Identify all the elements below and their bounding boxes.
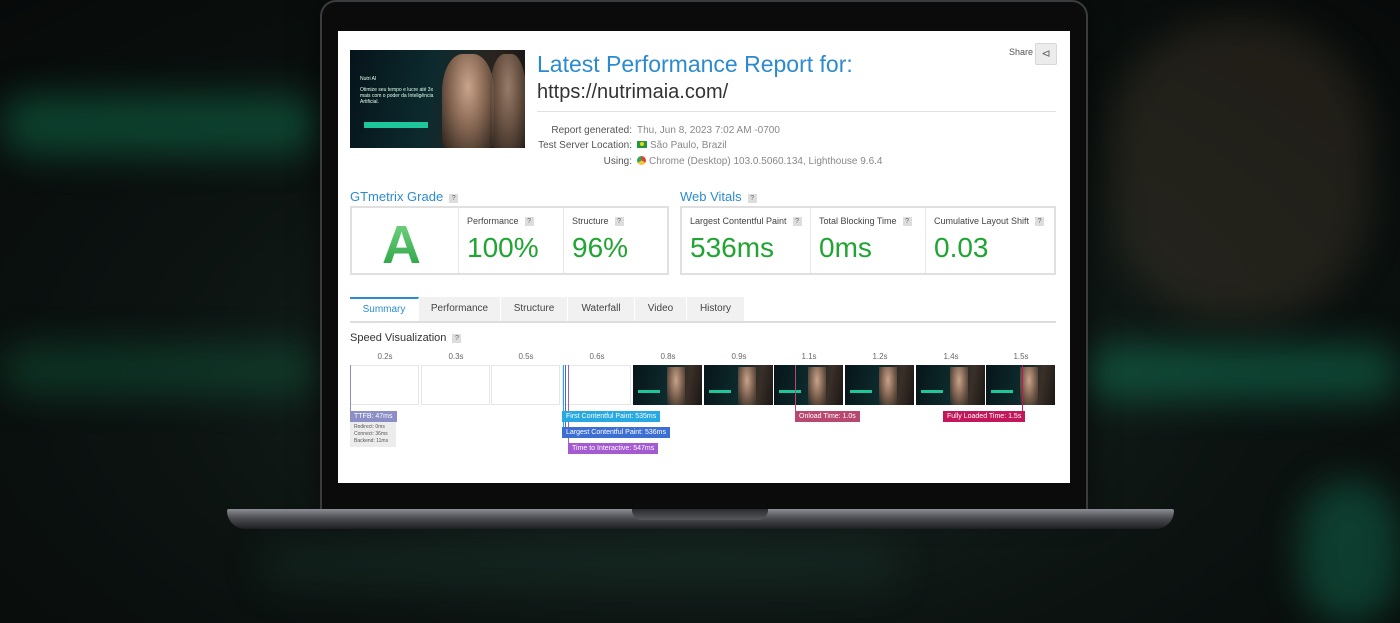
tab-waterfall[interactable]: Waterfall xyxy=(568,297,635,321)
thumbnail-cta-button xyxy=(364,122,428,128)
fcp-marker: First Contentful Paint: 535ms xyxy=(562,411,661,422)
filmstrip-frame[interactable] xyxy=(633,365,702,405)
grade-card: A Performance? 100% Structure? 96% xyxy=(350,206,669,275)
help-icon[interactable]: ? xyxy=(902,217,912,226)
timeline-tick: 0.3s xyxy=(448,352,464,361)
filmstrip-frame[interactable] xyxy=(350,365,419,405)
meta-value: São Paulo, Brazil xyxy=(650,140,727,151)
backend-value: Backend: 11ms xyxy=(354,438,389,444)
timeline-tick: 1.1s xyxy=(801,352,817,361)
tab-history[interactable]: History xyxy=(687,297,745,321)
fcp-line xyxy=(563,365,564,436)
lcp-value: 536ms xyxy=(690,232,775,263)
performance-cell: Performance? 100% xyxy=(458,208,563,273)
structure-value: 96% xyxy=(572,232,629,263)
tbt-value: 0ms xyxy=(819,232,872,263)
brazil-flag-icon xyxy=(637,141,647,148)
site-thumbnail: Nutri AI Otimize seu tempo e lucre até 3… xyxy=(350,50,525,148)
filmstrip-frame[interactable] xyxy=(845,365,914,405)
structure-cell: Structure? 96% xyxy=(563,208,668,273)
share-label[interactable]: Share xyxy=(1009,47,1033,57)
timeline-tick: 0.5s xyxy=(518,352,534,361)
performance-value: 100% xyxy=(467,232,539,263)
lcp-label: Largest Contentful Paint? xyxy=(690,216,802,227)
tab-performance[interactable]: Performance xyxy=(419,297,501,321)
report-url[interactable]: https://nutrimaia.com/ xyxy=(537,81,728,104)
lcp-line xyxy=(565,365,566,435)
filmstrip-frame[interactable] xyxy=(491,365,560,405)
speed-visualization-title: Speed Visualization? xyxy=(350,332,462,344)
report-screen: Nutri AI Otimize seu tempo e lucre até 3… xyxy=(338,31,1070,483)
connect-value: Connect: 36ms xyxy=(354,431,388,437)
redirect-value: Redirect: 0ms xyxy=(354,424,385,430)
filmstrip-frame[interactable] xyxy=(986,365,1055,405)
timeline-tick: 0.9s xyxy=(731,352,747,361)
meta-label: Report generated: xyxy=(551,125,632,136)
cls-cell: Cumulative Layout Shift? 0.03 xyxy=(925,208,1055,273)
meta-value: Thu, Jun 8, 2023 7:02 AM -0700 xyxy=(637,125,780,136)
timeline-tick: 1.4s xyxy=(943,352,959,361)
filmstrip-frame[interactable] xyxy=(704,365,773,405)
fully-loaded-marker: Fully Loaded Time: 1.5s xyxy=(943,411,1026,422)
thumbnail-headline: Otimize seu tempo e lucre até 3x mais co… xyxy=(360,87,434,105)
cls-label: Cumulative Layout Shift? xyxy=(934,216,1045,227)
meta-report-generated: Report generated: Thu, Jun 8, 2023 7:02 A… xyxy=(508,125,908,136)
fully-loaded-line xyxy=(1022,365,1023,411)
onload-line xyxy=(795,365,796,411)
filmstrip-frame[interactable] xyxy=(916,365,985,405)
vitals-card: Largest Contentful Paint? 536ms Total Bl… xyxy=(680,206,1056,275)
thumbnail-brand: Nutri AI xyxy=(360,76,377,82)
cls-value: 0.03 xyxy=(934,232,989,263)
meta-using: Using: Chrome (Desktop) 103.0.5060.134, L… xyxy=(508,155,908,167)
laptop-notch xyxy=(632,509,768,520)
meta-value: Chrome (Desktop) 103.0.5060.134, Lightho… xyxy=(649,156,883,167)
report-title: Latest Performance Report for: xyxy=(537,51,853,77)
chrome-icon xyxy=(637,156,646,165)
help-icon[interactable]: ? xyxy=(747,194,757,203)
help-icon[interactable]: ? xyxy=(614,217,624,226)
timeline-tick: 0.8s xyxy=(660,352,676,361)
help-icon[interactable]: ? xyxy=(449,194,459,203)
tti-marker: Time to Interactive: 547ms xyxy=(568,443,659,454)
tbt-cell: Total Blocking Time? 0ms xyxy=(810,208,926,273)
timeline-tick: 1.5s xyxy=(1013,352,1029,361)
vitals-title-text: Web Vitals xyxy=(680,189,742,204)
lcp-marker: Largest Contentful Paint: 536ms xyxy=(562,427,671,438)
ttfb-breakdown: Redirect: 0ms Connect: 36ms Backend: 11m… xyxy=(350,422,396,447)
lcp-cell: Largest Contentful Paint? 536ms xyxy=(682,208,810,273)
onload-marker: Onload Time: 1.0s xyxy=(795,411,860,422)
help-icon[interactable]: ? xyxy=(452,334,462,343)
header-divider xyxy=(537,111,1056,112)
thumbnail-portrait xyxy=(442,54,494,148)
ttfb-marker: TTFB: 47ms xyxy=(350,411,397,422)
help-icon[interactable]: ? xyxy=(1035,217,1045,226)
timeline-tick: 0.2s xyxy=(377,352,393,361)
meta-label: Using: xyxy=(603,156,632,167)
tab-structure[interactable]: Structure xyxy=(501,297,568,321)
report-tabs: Summary Performance Structure Waterfall … xyxy=(350,297,1056,323)
share-button[interactable]: ⊲ xyxy=(1035,43,1057,65)
performance-label: Performance? xyxy=(467,216,534,227)
filmstrip-frame[interactable] xyxy=(562,365,631,405)
meta-label: Test Server Location: xyxy=(538,140,632,151)
tab-video[interactable]: Video xyxy=(635,297,687,321)
share-icon: ⊲ xyxy=(1041,48,1051,60)
timeline-tick: 1.2s xyxy=(872,352,888,361)
grade-section-title: GTmetrix Grade? xyxy=(350,189,459,204)
tab-summary[interactable]: Summary xyxy=(350,297,419,321)
help-icon[interactable]: ? xyxy=(792,217,802,226)
meta-server-location: Test Server Location: São Paulo, Brazil xyxy=(508,140,908,151)
timeline-tick: 0.6s xyxy=(589,352,605,361)
structure-label: Structure? xyxy=(572,216,624,227)
filmstrip-frame[interactable] xyxy=(421,365,490,405)
grade-title-text: GTmetrix Grade xyxy=(350,189,444,204)
tbt-label: Total Blocking Time? xyxy=(819,216,912,227)
filmstrip-frame[interactable] xyxy=(774,365,843,405)
grade-letter: A xyxy=(382,215,421,275)
vitals-section-title: Web Vitals? xyxy=(680,189,757,204)
help-icon[interactable]: ? xyxy=(524,217,534,226)
